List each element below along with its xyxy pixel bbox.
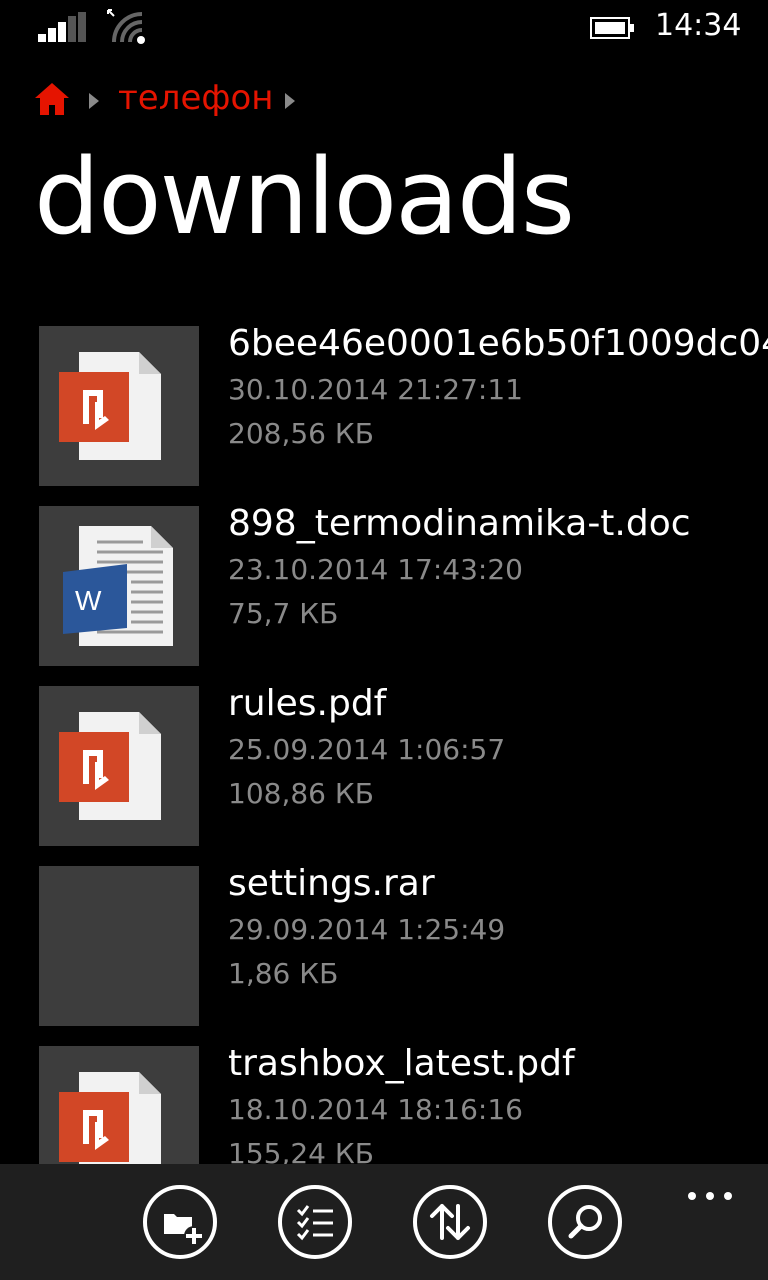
list-item[interactable]: W 898_termodinamika-t.doc 23.10.2014 17:…	[0, 503, 768, 686]
file-date: 29.09.2014 1:25:49	[228, 913, 506, 946]
chevron-right-icon	[89, 93, 99, 109]
ellipsis-icon[interactable]	[682, 1172, 738, 1202]
file-size: 75,7 КБ	[228, 597, 339, 630]
file-name: 6bee46e0001e6b50f1009dc04d	[228, 326, 768, 364]
file-thumbnail	[39, 1046, 199, 1164]
search-button[interactable]	[547, 1184, 623, 1260]
file-date: 18.10.2014 18:16:16	[228, 1093, 523, 1126]
pdf-file-icon	[59, 712, 161, 820]
breadcrumb-location[interactable]: телефон	[118, 78, 273, 118]
file-size: 108,86 КБ	[228, 777, 374, 810]
file-name: trashbox_latest.pdf	[228, 1043, 575, 1084]
app-bar	[0, 1164, 768, 1280]
blank-file-icon	[39, 866, 199, 1026]
sort-icon	[413, 1185, 487, 1259]
list-item[interactable]: rules.pdf 25.09.2014 1:06:57 108,86 КБ	[0, 683, 768, 866]
word-file-icon: W	[63, 526, 173, 646]
select-icon	[278, 1185, 352, 1259]
new-folder-icon	[143, 1185, 217, 1259]
wifi-icon	[107, 9, 145, 44]
home-icon[interactable]	[34, 82, 70, 116]
chevron-right-icon	[285, 93, 295, 109]
file-date: 25.09.2014 1:06:57	[228, 733, 506, 766]
file-thumbnail	[39, 686, 199, 846]
page-title: downloads	[34, 136, 575, 258]
signal-strength-icon	[38, 12, 86, 42]
pdf-file-icon	[59, 352, 161, 460]
clock: 14:34	[655, 8, 742, 43]
svg-text:W: W	[75, 585, 102, 616]
file-list: 6bee46e0001e6b50f1009dc04d 30.10.2014 21…	[0, 326, 768, 1164]
list-item[interactable]: 6bee46e0001e6b50f1009dc04d 30.10.2014 21…	[0, 326, 768, 506]
file-size: 1,86 КБ	[228, 957, 339, 990]
list-item[interactable]: trashbox_latest.pdf 18.10.2014 18:16:16 …	[0, 1043, 768, 1164]
file-thumbnail: W	[39, 506, 199, 666]
file-name: 898_termodinamika-t.doc	[228, 503, 691, 544]
select-button[interactable]	[277, 1184, 353, 1260]
file-name: rules.pdf	[228, 683, 387, 724]
file-size: 208,56 КБ	[228, 417, 374, 450]
battery-icon	[590, 17, 634, 39]
file-name: settings.rar	[228, 863, 435, 904]
file-date: 30.10.2014 21:27:11	[228, 373, 523, 406]
file-size: 155,24 КБ	[228, 1137, 374, 1164]
file-date: 23.10.2014 17:43:20	[228, 553, 523, 586]
file-thumbnail	[39, 326, 199, 486]
search-icon	[548, 1185, 622, 1259]
status-bar: 14:34	[0, 0, 768, 56]
pdf-file-icon	[59, 1072, 161, 1164]
list-item[interactable]: settings.rar 29.09.2014 1:25:49 1,86 КБ	[0, 863, 768, 1046]
sort-button[interactable]	[412, 1184, 488, 1260]
new-folder-button[interactable]	[142, 1184, 218, 1260]
